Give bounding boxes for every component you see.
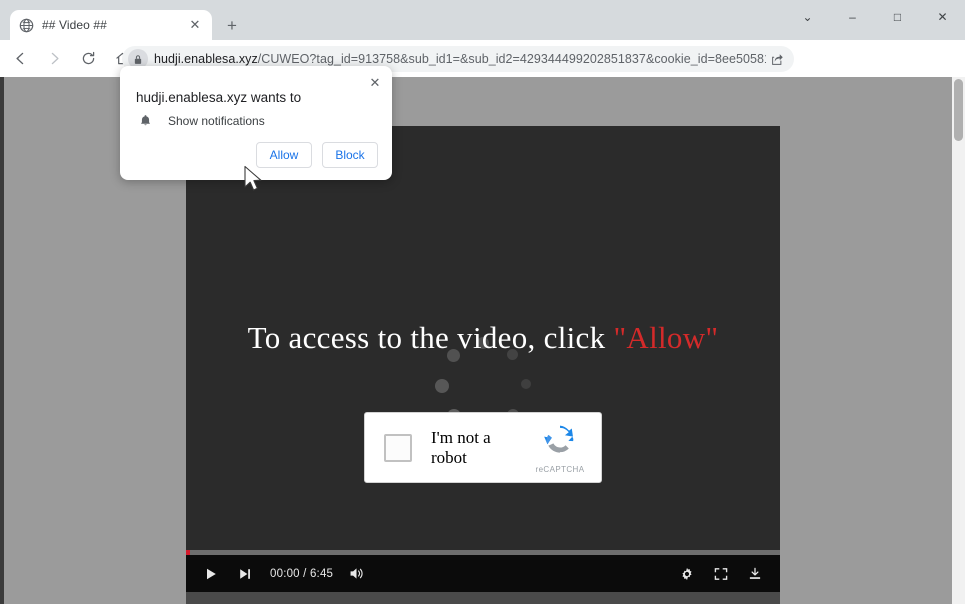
recaptcha-widget[interactable]: I'm not a robot reCAPTCHA [364, 412, 602, 483]
page-left-edge [0, 77, 4, 604]
permission-label: Show notifications [168, 114, 265, 128]
recaptcha-checkbox[interactable] [384, 434, 412, 462]
close-icon[interactable]: ✕ [366, 74, 384, 92]
permission-dialog-actions: Allow Block [256, 142, 378, 168]
recaptcha-brand: reCAPTCHA [523, 422, 597, 474]
permission-dialog-title: hudji.enablesa.xyz wants to [136, 90, 301, 105]
download-icon[interactable] [738, 559, 772, 589]
browser-tab[interactable]: ## Video ## ✕ [10, 10, 212, 40]
browser-window: ## Video ## ✕ + ⌄ – □ ✕ [0, 0, 965, 604]
new-tab-button[interactable]: + [220, 14, 244, 38]
bell-icon [136, 114, 154, 128]
overlay-highlight: "Allow" [613, 320, 718, 355]
volume-icon[interactable] [339, 559, 373, 589]
recaptcha-brand-text: reCAPTCHA [536, 465, 585, 474]
controls-row: 00:00 / 6:45 [186, 555, 780, 592]
share-icon[interactable] [766, 48, 788, 70]
minimize-icon[interactable]: – [830, 0, 875, 34]
block-button[interactable]: Block [322, 142, 378, 168]
url-path: /CUWEO?tag_id=913758&sub_id1=&sub_id2=42… [258, 52, 766, 66]
video-controls-bar: 00:00 / 6:45 [186, 550, 780, 592]
page-scrollbar[interactable] [952, 77, 965, 604]
reload-icon[interactable] [74, 45, 102, 73]
recaptcha-label: I'm not a robot [431, 428, 523, 468]
consent-banner: By continuing your navigation or clickin… [186, 592, 780, 604]
close-icon[interactable]: ✕ [186, 16, 204, 34]
tab-search-icon[interactable]: ⌄ [785, 0, 830, 34]
play-icon[interactable] [194, 559, 228, 589]
url-domain: hudji.enablesa.xyz [154, 52, 258, 66]
globe-icon [18, 17, 34, 33]
video-overlay-text: To access to the video, click "Allow" [186, 320, 780, 356]
recaptcha-logo-icon [542, 422, 578, 463]
fullscreen-icon[interactable] [704, 559, 738, 589]
back-icon[interactable] [6, 45, 34, 73]
close-window-icon[interactable]: ✕ [920, 0, 965, 34]
maximize-icon[interactable]: □ [875, 0, 920, 34]
window-controls: ⌄ – □ ✕ [785, 0, 965, 34]
video-player[interactable]: To access to the video, click "Allow" I'… [186, 126, 780, 550]
notification-permission-dialog: ✕ hudji.enablesa.xyz wants to Show notif… [120, 66, 392, 180]
video-time: 00:00 / 6:45 [270, 568, 333, 580]
tab-strip: ## Video ## ✕ + ⌄ – □ ✕ [0, 0, 965, 40]
overlay-prefix: To access to the video, click [248, 320, 614, 355]
gear-icon[interactable] [670, 559, 704, 589]
next-track-icon[interactable] [228, 559, 262, 589]
mouse-cursor [243, 165, 267, 200]
forward-icon [40, 45, 68, 73]
scrollbar-thumb[interactable] [954, 79, 963, 141]
url-text: hudji.enablesa.xyz/CUWEO?tag_id=913758&s… [154, 52, 766, 66]
tab-title: ## Video ## [42, 18, 186, 32]
permission-request-row: Show notifications [136, 114, 265, 128]
